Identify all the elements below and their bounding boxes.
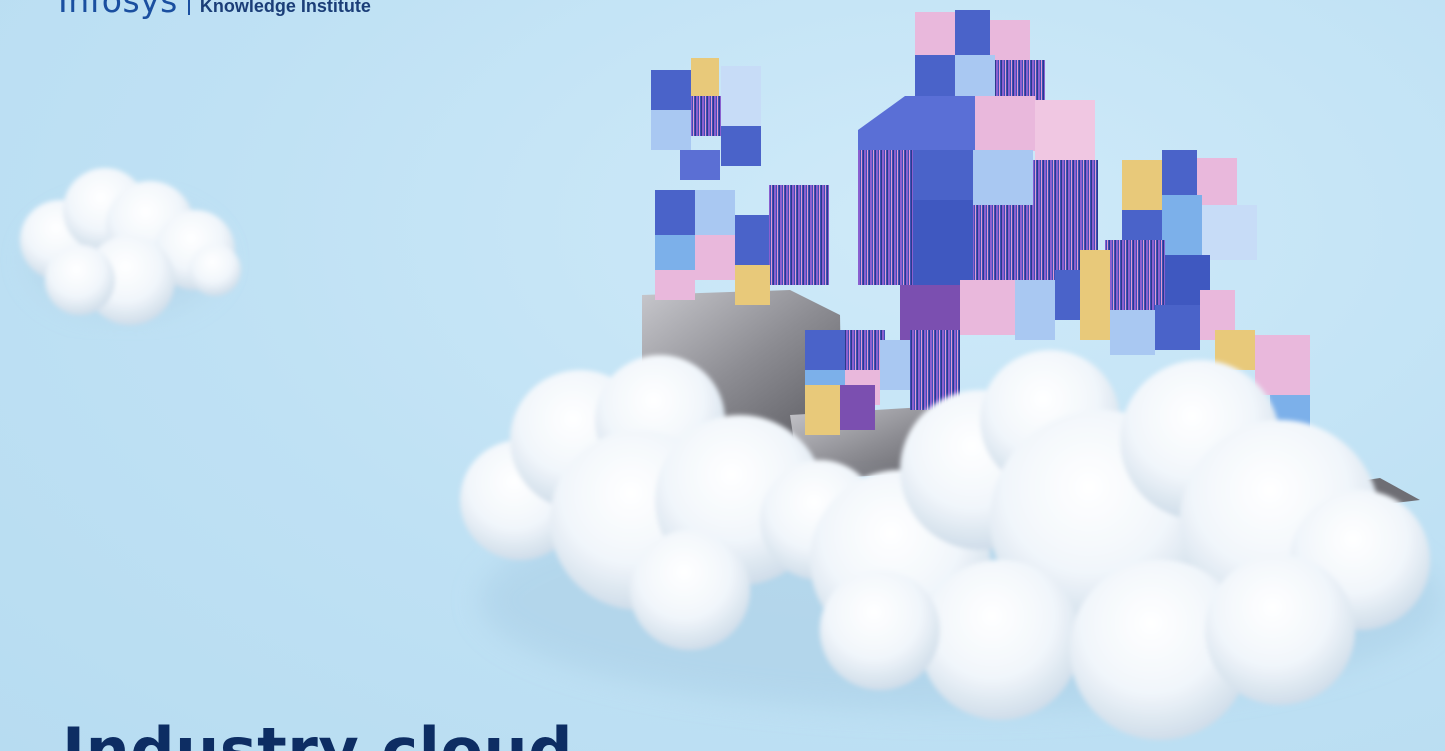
cover-page: Infosys Knowledge Institute Industry clo… — [0, 0, 1445, 751]
small-cloud — [20, 168, 241, 325]
page-title: Industry cloud — [62, 714, 573, 751]
cloud-cubes-illustration — [20, 10, 1440, 740]
